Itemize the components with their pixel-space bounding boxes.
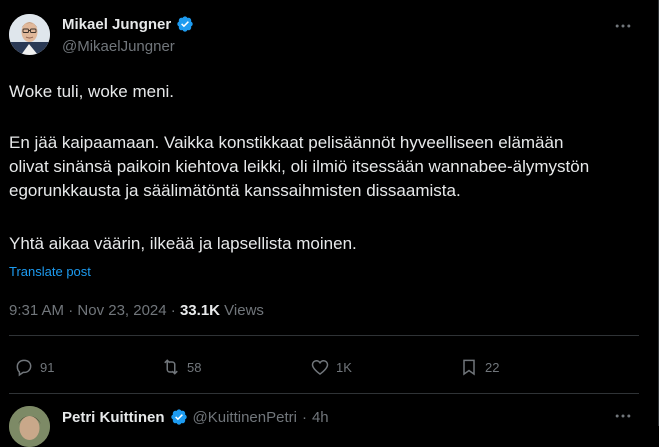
tweet-paragraph: En jää kaipaamaan. Vaikka konstikkaat pe… [9,133,590,200]
meta-separator: · [68,302,74,319]
translate-post-link[interactable]: Translate post [9,264,91,279]
verified-badge-icon [176,15,194,33]
repost-count: 58 [187,359,202,375]
reply-header: Petri Kuittinen @KuittinenPetri · 4h [62,408,329,426]
reply-button[interactable]: 91 [14,357,54,377]
author-avatar[interactable] [9,14,50,55]
bookmark-button[interactable]: 22 [459,357,499,377]
tweet-paragraph: Yhtä aikaa väärin, ilkeää ja lapsellista… [9,234,357,253]
tweet-meta: 9:31 AM · Nov 23, 2024 · 33.1K Views [9,302,264,319]
bookmark-icon [463,359,475,376]
tweet-paragraph: Woke tuli, woke meni. [9,82,175,101]
repost-button[interactable]: 58 [161,357,201,377]
tweet-date[interactable]: Nov 23, 2024 [77,302,166,319]
meta-separator: · [170,302,176,319]
reply-more-options-button[interactable] [611,404,635,428]
reply-count: 91 [40,359,55,375]
reply-separator: · [301,408,307,426]
views-count[interactable]: 33.1K [180,302,220,319]
bookmark-count: 22 [485,359,500,375]
divider [9,335,639,336]
author-handle[interactable]: @MikaelJungner [62,38,175,55]
reply-time[interactable]: 4h [312,409,329,426]
verified-badge-icon [170,408,188,426]
tweet-time[interactable]: 9:31 AM [9,302,64,319]
reply-author-avatar[interactable] [9,406,50,447]
views-label: Views [224,302,264,319]
author-name[interactable]: Mikael Jungner [62,16,171,33]
reply-author-handle[interactable]: @KuittinenPetri [193,409,297,426]
more-dots-icon [615,414,631,418]
divider [9,393,639,394]
reply-bubble-icon [16,359,32,377]
more-options-button[interactable] [611,14,635,38]
like-button[interactable]: 1K [310,357,352,377]
like-count: 1K [336,359,352,375]
reply-author-name[interactable]: Petri Kuittinen [62,409,165,426]
repost-icon [164,359,178,375]
more-dots-icon [615,24,631,28]
heart-icon [311,359,329,376]
